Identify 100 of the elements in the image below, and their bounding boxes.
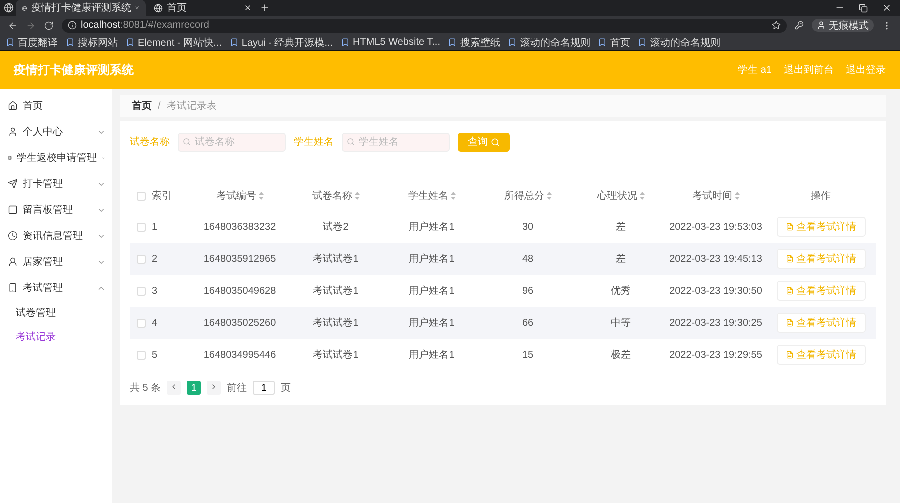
table-cell-text: 1: [152, 222, 159, 232]
reload-icon[interactable]: [44, 20, 54, 30]
back-icon[interactable]: [8, 20, 18, 30]
key-icon[interactable]: [795, 21, 804, 30]
menu-item[interactable]: 个人中心: [0, 119, 112, 145]
table-cell-text: 极差: [610, 348, 632, 362]
table-cell-text: 2022-03-23 19:29:55: [668, 350, 764, 360]
bookmark[interactable]: Layui - 经典开源模...: [230, 36, 334, 50]
sort-icon[interactable]: [640, 192, 644, 200]
breadcrumb-separator: /: [158, 100, 161, 112]
table-cell-text: 用户姓名1: [408, 348, 456, 362]
page-input[interactable]: 1: [253, 381, 276, 395]
search-icon: [183, 138, 191, 146]
breadcrumb-item[interactable]: 首页: [132, 99, 152, 113]
sort-icon[interactable]: [546, 192, 552, 200]
menu-item[interactable]: 考试管理: [0, 275, 112, 301]
bookmark-icon: [598, 38, 608, 47]
bookmark[interactable]: 搜标网站: [66, 36, 118, 50]
bookmark-icon: [638, 38, 648, 47]
next-page-button[interactable]: [207, 381, 222, 395]
column-header: 操作: [810, 190, 832, 203]
bookmark[interactable]: Element - 网站快...: [126, 36, 222, 50]
search-field[interactable]: 学生姓名: [342, 132, 450, 152]
total-count: 共 5 条: [130, 382, 162, 395]
tab-title: 首页: [167, 2, 188, 15]
menu-item[interactable]: 居家管理: [0, 249, 112, 275]
column-header[interactable]: 考试编号: [192, 189, 288, 203]
column-header[interactable]: 学生姓名: [384, 189, 480, 203]
field-label: 试卷名称: [130, 136, 170, 149]
column-header[interactable]: 考试时间: [666, 189, 766, 203]
profile-button[interactable]: 无痕模式: [812, 19, 874, 32]
table-cell-text: 4: [152, 318, 159, 328]
table-cell-text: 66: [521, 318, 535, 328]
table-cell-text: 96: [521, 286, 535, 296]
table-cell-text: 考试试卷1: [312, 252, 360, 266]
column-header[interactable]: 试卷名称: [288, 189, 384, 203]
table-cell-text: 30: [521, 222, 535, 232]
table-cell-text: 中等: [610, 316, 632, 330]
browser-tab[interactable]: 首页: [148, 0, 258, 16]
table-cell-text: 2: [152, 254, 159, 264]
bookmark-icon: [448, 38, 458, 47]
search-field[interactable]: 试卷名称: [178, 132, 286, 152]
menu-item[interactable]: 首页: [0, 93, 112, 119]
table-cell-text: 2022-03-23 19:30:25: [668, 318, 764, 328]
bookmark[interactable]: 滚动的命名规则: [638, 36, 720, 50]
column-header: 索引: [152, 190, 173, 203]
bookmark[interactable]: 首页: [598, 36, 630, 50]
document-icon: [786, 351, 794, 359]
breadcrumb-item: 考试记录表: [166, 100, 217, 113]
url-text: localhost:8081/#/examrecord: [81, 20, 210, 31]
row-checkbox[interactable]: [136, 222, 146, 232]
row-checkbox[interactable]: [136, 318, 146, 328]
close-icon[interactable]: [244, 4, 252, 12]
table-cell-text: 5: [152, 350, 159, 360]
column-header[interactable]: 所得总分: [480, 189, 576, 203]
address-bar[interactable]: localhost:8081/#/examrecord: [62, 18, 787, 32]
table-cell-text: 考试试卷1: [312, 284, 360, 298]
table-cell-text: 考试试卷1: [312, 348, 360, 362]
bookmark-icon: [6, 38, 15, 47]
document-icon: [786, 319, 794, 327]
bookmark[interactable]: 搜索壁纸: [448, 36, 500, 50]
goto-label: 前往: [227, 382, 248, 395]
menu-item[interactable]: 打卡管理: [0, 171, 112, 197]
globe-icon[interactable]: [4, 3, 14, 13]
sort-icon[interactable]: [734, 192, 740, 200]
forward-icon[interactable]: [26, 20, 36, 30]
page-unit: 页: [281, 382, 292, 395]
row-checkbox[interactable]: [136, 350, 146, 360]
menu-item[interactable]: 学生返校申请管理: [0, 145, 112, 171]
row-checkbox[interactable]: [136, 254, 146, 264]
column-header[interactable]: 心理状况: [576, 189, 666, 203]
submenu-item[interactable]: 考试记录: [0, 325, 112, 349]
bookmark-icon: [126, 38, 135, 47]
table-cell-text: 1648035912965: [202, 254, 278, 264]
search-icon: [491, 138, 500, 146]
star-icon[interactable]: [772, 21, 781, 30]
bookmark-icon: [341, 38, 350, 47]
sort-icon[interactable]: [258, 192, 264, 200]
sort-icon[interactable]: [354, 192, 360, 200]
table-cell-text: 1648034995446: [202, 350, 278, 360]
table-cell-text: 优秀: [610, 284, 632, 298]
row-checkbox[interactable]: [136, 286, 146, 296]
menu-item[interactable]: 留言板管理: [0, 197, 112, 223]
plus-icon[interactable]: [260, 3, 270, 13]
table-cell-text: 48: [521, 254, 535, 264]
close-icon[interactable]: [882, 3, 892, 13]
table-cell-text: 试卷2: [322, 220, 350, 234]
select-all-checkbox[interactable]: [136, 192, 146, 200]
table-cell-text: 1648036383232: [202, 222, 278, 232]
prev-page-button[interactable]: [167, 381, 182, 395]
submenu-item[interactable]: 试卷管理: [0, 301, 112, 325]
restore-icon[interactable]: [859, 4, 868, 12]
browser-tab[interactable]: 疫情打卡健康评测系统: [16, 0, 146, 16]
sort-icon[interactable]: [450, 192, 456, 200]
menu-item[interactable]: 资讯信息管理: [0, 223, 112, 249]
bookmark[interactable]: 滚动的命名规则: [508, 36, 590, 50]
bookmark-icon: [508, 38, 518, 47]
field-label: 学生姓名: [294, 136, 334, 149]
bookmark[interactable]: HTML5 Website T...: [341, 37, 440, 48]
bookmark[interactable]: 百度翻译: [6, 36, 58, 50]
